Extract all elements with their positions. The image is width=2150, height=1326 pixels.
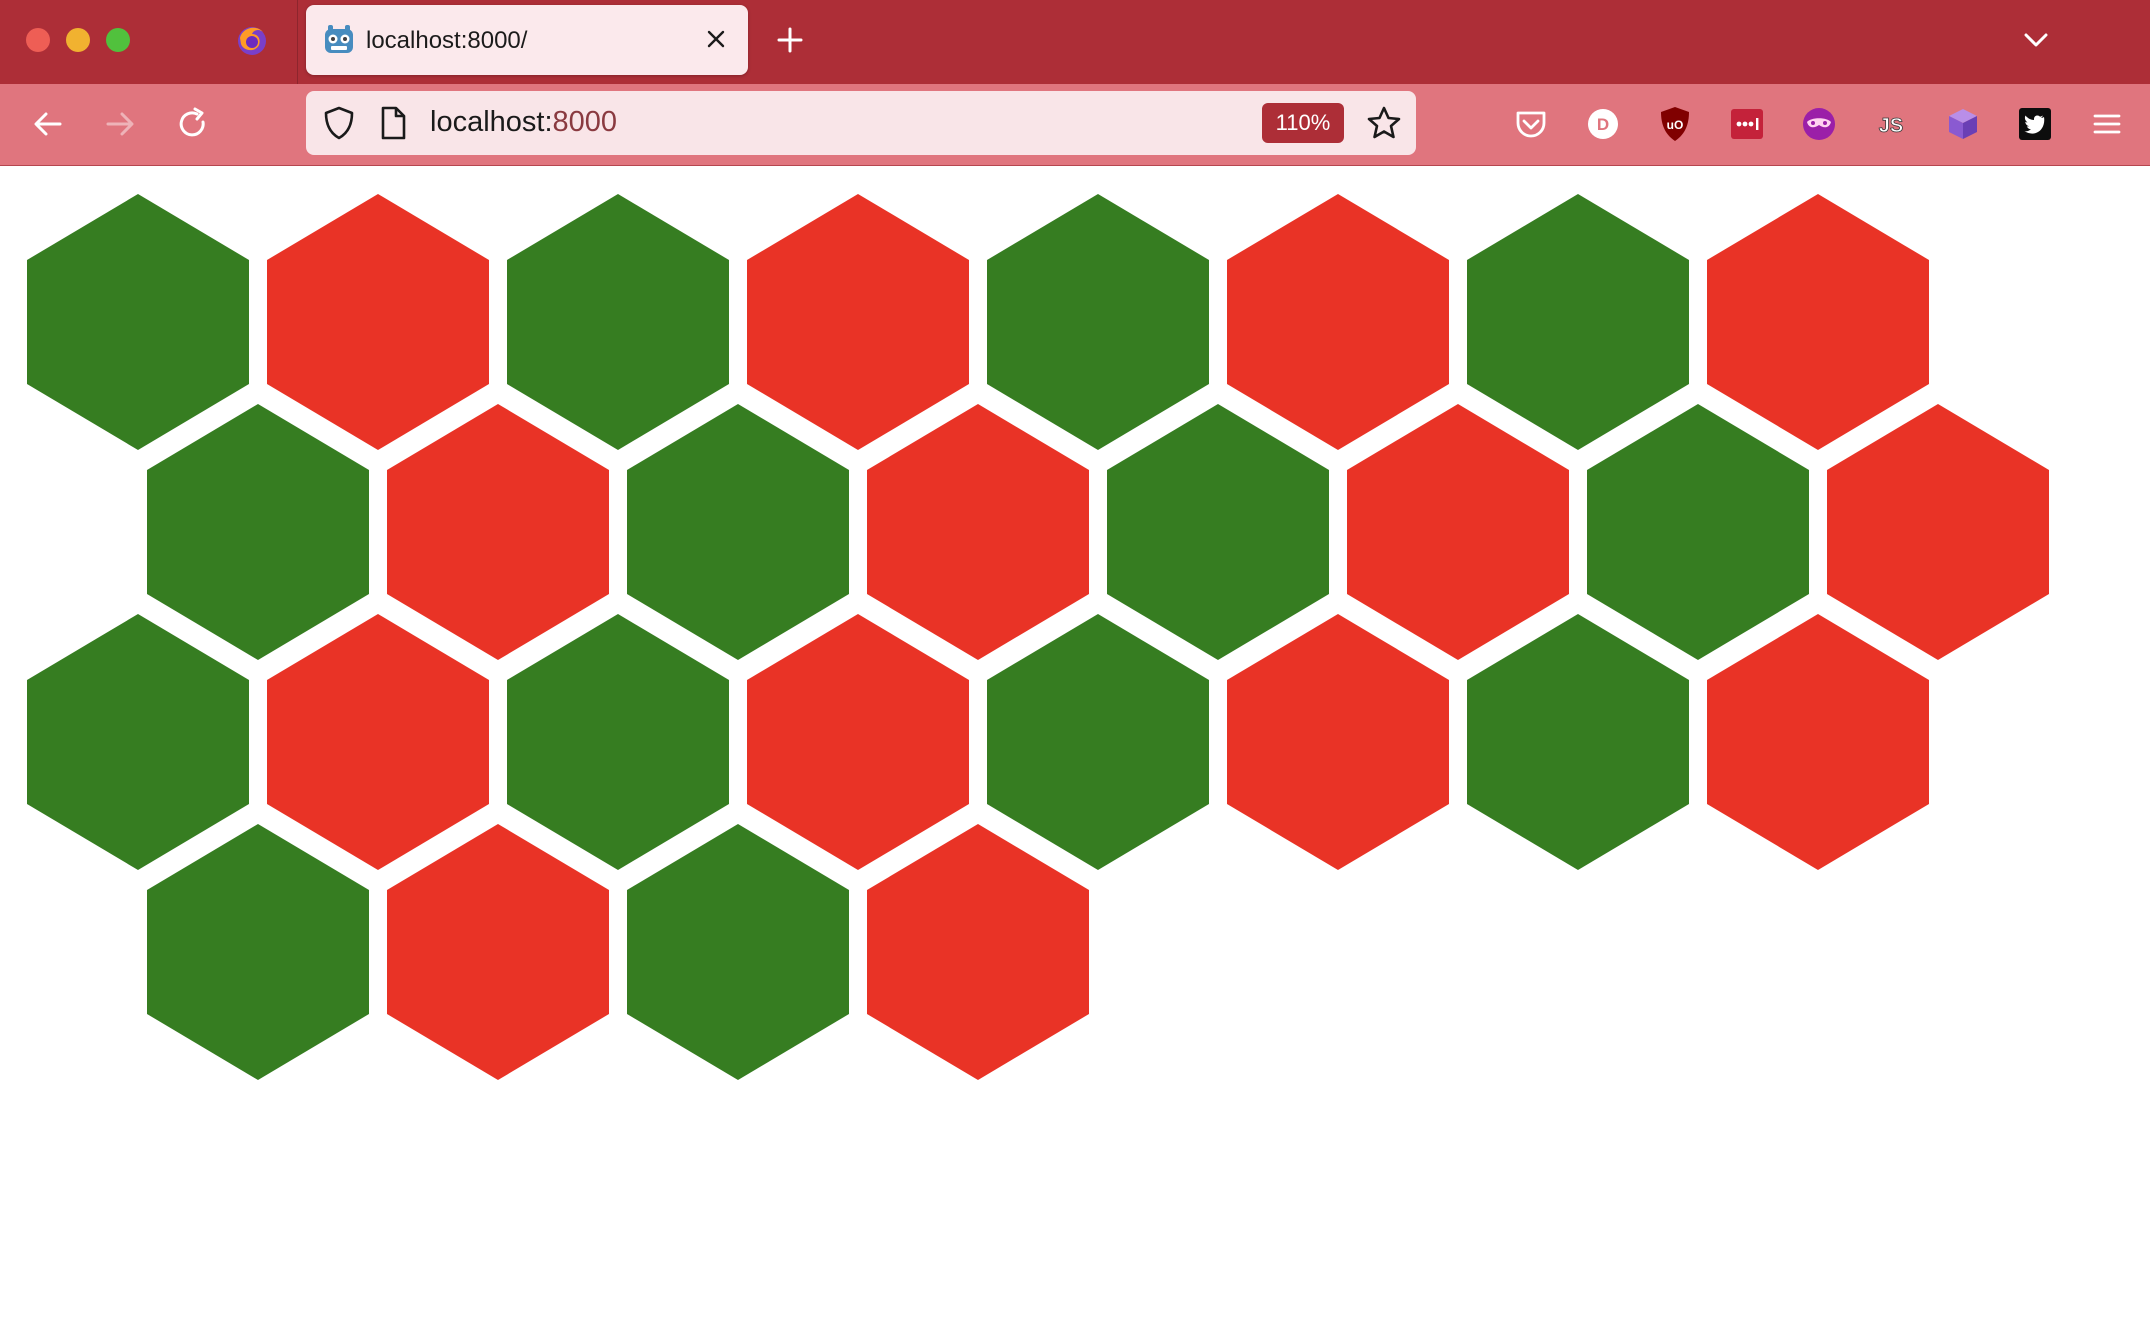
hex-tile-red [747,614,969,870]
back-arrow-icon[interactable] [26,102,70,146]
hex-tile-red [867,404,1089,660]
url-host: localhost: [430,106,553,138]
hex-tile-green [987,194,1209,450]
hex-tile-red [387,404,609,660]
twitter-icon[interactable] [2013,102,2057,146]
window-minimize-button[interactable] [66,28,90,52]
new-tab-icon[interactable] [770,20,810,60]
hex-tile-green [987,614,1209,870]
hex-tile-green [627,824,849,1080]
hex-tile-red [747,194,969,450]
svg-text:uO: uO [1667,118,1684,132]
hex-tile-green [1587,404,1809,660]
hex-tile-red [1707,194,1929,450]
page-info-icon[interactable] [378,105,408,141]
d-extension-icon[interactable]: D [1581,102,1625,146]
svg-text:JS: JS [1879,115,1903,137]
ublock-origin-icon[interactable]: uO [1653,102,1697,146]
hex-tile-red [387,824,609,1080]
hex-tile-red [1347,404,1569,660]
hex-tile-red [1227,614,1449,870]
hex-tile-red [267,194,489,450]
url-port: 8000 [552,106,618,138]
hex-tile-green [147,404,369,660]
hex-tile-red [1227,194,1449,450]
hex-tile-red [1707,614,1929,870]
address-bar[interactable]: localhost:8000 110% [306,91,1416,155]
js-toggle-icon[interactable]: JS [1869,102,1913,146]
chevron-down-icon[interactable] [2016,20,2056,60]
hex-tile-green [27,194,249,450]
purple-cube-icon[interactable] [1941,102,1985,146]
lastpass-icon[interactable] [1725,102,1769,146]
firefox-view-icon[interactable] [234,22,270,58]
tab-bar: localhost:8000/ [0,0,2150,84]
hex-grid [27,194,2049,1080]
hamburger-menu-icon[interactable] [2085,102,2129,146]
hex-tile-green [627,404,849,660]
pocket-icon[interactable] [1509,102,1553,146]
hex-tile-green [507,614,729,870]
tab-title: localhost:8000/ [366,27,528,54]
hex-tile-green [1107,404,1329,660]
hex-tile-red [267,614,489,870]
hex-tile-red [867,824,1089,1080]
hex-tile-green [27,614,249,870]
reload-icon[interactable] [170,102,214,146]
godot-favicon-icon [325,25,353,53]
window-close-button[interactable] [26,28,50,52]
tracking-protection-shield-icon[interactable] [322,105,356,141]
incognito-mask-icon[interactable] [1797,102,1841,146]
active-tab[interactable]: localhost:8000/ [306,5,748,75]
hex-tile-green [1467,194,1689,450]
hex-tile-green [1467,614,1689,870]
bookmark-star-icon[interactable] [1364,103,1404,143]
window-maximize-button[interactable] [106,28,130,52]
hex-tile-red [1827,404,2049,660]
tab-divider [297,0,298,84]
svg-text:D: D [1597,115,1609,134]
close-tab-icon[interactable] [698,21,734,57]
url-text[interactable]: localhost:8000 [430,106,617,139]
page-content [27,194,2049,1080]
zoom-level-badge[interactable]: 110% [1262,103,1344,143]
hex-tile-green [147,824,369,1080]
forward-arrow-icon[interactable] [98,102,142,146]
hex-tile-green [507,194,729,450]
navigation-toolbar: localhost:8000 110% D uO JS [0,84,2150,166]
